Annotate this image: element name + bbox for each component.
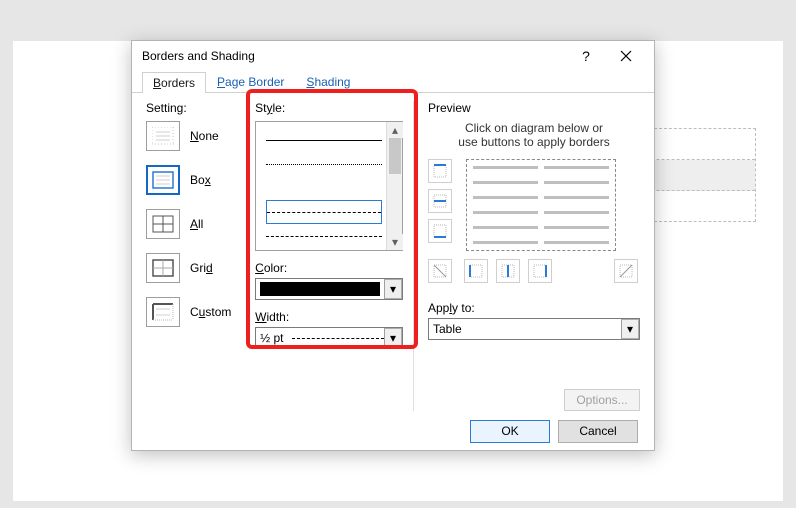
setting-all-icon [146,209,180,239]
help-button[interactable]: ? [566,42,606,70]
options-button: Options... [564,389,640,411]
setting-custom[interactable]: Custom [146,297,255,327]
apply-to-combo-button[interactable]: ▾ [621,319,639,339]
style-dotted[interactable] [266,152,382,176]
chevron-down-icon: ▾ [627,322,633,336]
setting-box-label: Box [190,173,211,187]
cancel-button[interactable]: Cancel [558,420,638,443]
setting-all[interactable]: All [146,209,255,239]
width-combo[interactable]: ½ pt ▾ [255,327,403,349]
setting-none-icon [146,121,180,151]
setting-grid-label: Grid [190,261,213,275]
setting-custom-icon [146,297,180,327]
width-value: ½ pt [260,331,283,345]
setting-column: Setting: None Box All [146,101,255,411]
preview-area [428,159,640,289]
preview-column: Preview Click on diagram below oruse but… [414,101,640,411]
apply-to-combo[interactable]: Table ▾ [428,318,640,340]
tabstrip: Borders Page Border Shading [132,71,654,93]
width-sample-line [292,338,384,339]
border-left-button[interactable] [464,259,488,283]
color-combo[interactable]: ▾ [255,278,403,300]
apply-to-value: Table [433,322,462,336]
chevron-down-icon: ▾ [390,331,396,345]
setting-none[interactable]: None [146,121,255,151]
setting-grid-icon [146,253,180,283]
border-bottom-button[interactable] [428,219,452,243]
color-label: Color: [255,261,403,275]
border-h-middle-button[interactable] [428,189,452,213]
color-swatch [260,282,380,296]
setting-box-icon [146,165,180,195]
setting-box[interactable]: Box [146,165,255,195]
ok-button[interactable]: OK [470,420,550,443]
style-spacer [266,176,382,200]
dialog-title: Borders and Shading [142,49,566,63]
border-top-button[interactable] [428,159,452,183]
chevron-down-icon: ▾ [390,282,396,296]
border-diag-up-button[interactable] [614,259,638,283]
style-solid[interactable] [266,128,382,152]
border-diag-down-button[interactable] [428,259,452,283]
style-listbox[interactable]: ▴ ▾ [255,121,403,251]
setting-all-label: All [190,217,203,231]
tab-page-border[interactable]: Page Border [206,71,295,92]
style-heading: Style: [255,101,403,115]
tab-borders[interactable]: Borders [142,72,206,93]
border-v-middle-button[interactable] [496,259,520,283]
style-column: Style: ▴ ▾ Color: ▾ [255,101,414,411]
borders-shading-dialog: Borders and Shading ? Borders Page Borde… [131,40,655,451]
preview-heading: Preview [428,101,640,115]
close-button[interactable] [606,42,646,70]
scroll-up-icon[interactable]: ▴ [387,122,403,138]
color-combo-button[interactable]: ▾ [384,279,402,299]
dialog-body: Setting: None Box All [132,93,654,411]
border-right-button[interactable] [528,259,552,283]
style-scrollbar[interactable]: ▴ ▾ [386,122,402,250]
width-label: Width: [255,310,403,324]
setting-custom-label: Custom [190,305,231,319]
setting-grid[interactable]: Grid [146,253,255,283]
preview-diagram[interactable] [466,159,616,251]
scroll-down-icon[interactable]: ▾ [387,234,403,250]
scroll-thumb[interactable] [389,138,401,174]
titlebar: Borders and Shading ? [132,41,654,71]
preview-hint: Click on diagram below oruse buttons to … [428,121,640,149]
setting-heading: Setting: [146,101,255,115]
style-long-dash[interactable] [266,224,382,248]
style-dashed[interactable] [266,200,382,224]
setting-none-label: None [190,129,219,143]
width-combo-button[interactable]: ▾ [384,328,402,348]
tab-shading[interactable]: Shading [295,71,361,92]
dialog-footer: OK Cancel [132,411,654,451]
apply-to-label: Apply to: [428,301,640,315]
